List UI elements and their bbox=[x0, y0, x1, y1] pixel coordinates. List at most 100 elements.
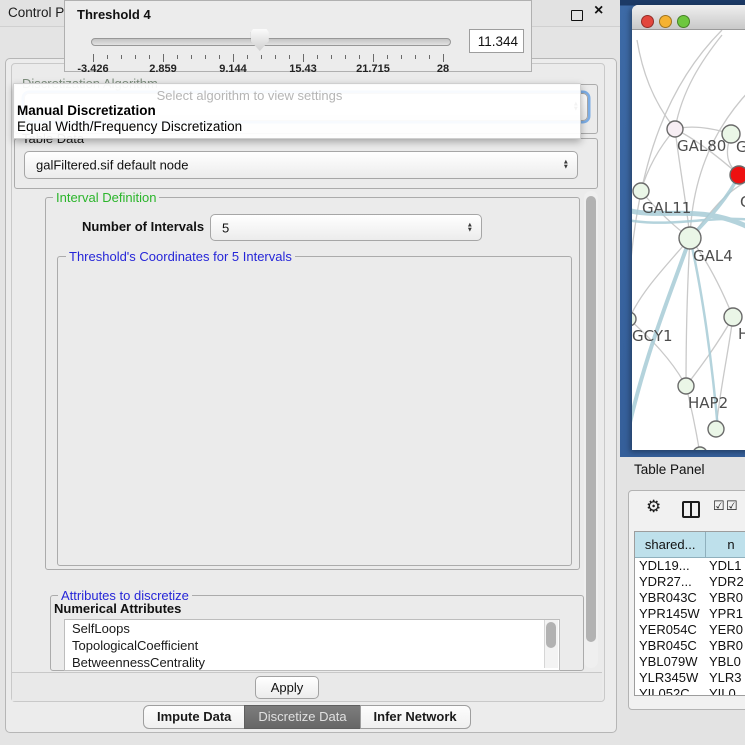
slider-track[interactable] bbox=[91, 38, 451, 46]
network-node-label: H bbox=[738, 325, 745, 343]
network-node-label: HAP2 bbox=[688, 394, 728, 412]
numerical-attributes-heading: Numerical Attributes bbox=[54, 601, 181, 616]
table-cell[interactable]: YDR27... bbox=[635, 574, 709, 590]
slider-thumb[interactable] bbox=[251, 29, 269, 51]
table-panel-title: Table Panel bbox=[634, 462, 705, 477]
gear-icon[interactable]: ⚙ bbox=[646, 497, 661, 517]
table-cell[interactable]: YBR045C bbox=[635, 638, 709, 654]
slider-tick bbox=[261, 55, 262, 59]
network-window[interactable]: GAL80GAL11GAL4GCY1HHAP2GC bbox=[632, 5, 745, 450]
algorithm-option-manual[interactable]: Manual Discretization bbox=[17, 103, 156, 118]
table-cell[interactable]: YBR043C bbox=[635, 590, 709, 606]
slider-tick bbox=[289, 55, 290, 59]
algorithm-option-equal-width[interactable]: Equal Width/Frequency Discretization bbox=[17, 119, 242, 134]
table-cell[interactable]: YDR2 bbox=[709, 574, 745, 590]
table-cell[interactable]: YDL19... bbox=[635, 558, 709, 574]
table-data-combo-value: galFiltered.sif default node bbox=[36, 158, 188, 173]
tab-discretize-data[interactable]: Discretize Data bbox=[244, 705, 360, 729]
network-node[interactable] bbox=[724, 308, 742, 326]
slider-tick-label: 9.144 bbox=[219, 63, 247, 75]
table-cell[interactable]: YIL0 bbox=[709, 686, 745, 695]
table-row[interactable]: YER054CYER0 bbox=[635, 622, 745, 638]
slider-ticks bbox=[93, 54, 443, 63]
table-row[interactable]: YBR043CYBR0 bbox=[635, 590, 745, 606]
list-item[interactable]: TopologicalCoefficient bbox=[65, 637, 559, 654]
number-of-intervals-combo[interactable]: 5 ▲▼ bbox=[210, 214, 482, 241]
table-cell[interactable]: YBR0 bbox=[709, 590, 745, 606]
bottom-tabbar: Impute Data Discretize Data Infer Networ… bbox=[143, 705, 471, 727]
slider-tick bbox=[359, 55, 360, 59]
mac-zoom-icon[interactable] bbox=[677, 15, 690, 28]
slider-tick bbox=[387, 55, 388, 59]
table-cell[interactable]: YER0 bbox=[709, 622, 745, 638]
network-window-titlebar[interactable] bbox=[632, 5, 745, 30]
table-panel-body: ⚙ ☑ ☑ shared... n YDL19...YDL1YDR27...YD… bbox=[628, 490, 745, 710]
slider-tick bbox=[177, 55, 178, 59]
table-cell[interactable]: YLR3 bbox=[709, 670, 745, 686]
network-canvas[interactable]: GAL80GAL11GAL4GCY1HHAP2GC bbox=[632, 30, 745, 450]
threshold-panel: Threshold 4 -3.4262.8599.14415.4321.7152… bbox=[64, 0, 532, 72]
list-item[interactable]: SelfLoops bbox=[65, 620, 559, 637]
checkbox-icon[interactable]: ☑ bbox=[726, 498, 738, 514]
slider-tick bbox=[443, 54, 444, 62]
table-row[interactable]: YPR145WYPR1 bbox=[635, 606, 745, 622]
table-cell[interactable]: YLR345W bbox=[635, 670, 709, 686]
network-node[interactable] bbox=[693, 447, 707, 450]
vertical-scrollbar-thumb[interactable] bbox=[586, 196, 596, 642]
attributes-list-scrollbar-thumb[interactable] bbox=[546, 622, 556, 648]
table-cell[interactable]: YER054C bbox=[635, 622, 709, 638]
list-item[interactable]: BetweennessCentrality bbox=[65, 654, 559, 671]
threshold-value-field[interactable] bbox=[469, 29, 524, 53]
slider-tick bbox=[401, 55, 402, 59]
close-icon[interactable]: × bbox=[594, 2, 603, 20]
tab-impute-data[interactable]: Impute Data bbox=[143, 705, 245, 729]
table-row[interactable]: YDR27...YDR2 bbox=[635, 574, 745, 590]
slider-tick bbox=[247, 55, 248, 59]
table-panel: Table Panel ⚙ ☑ ☑ shared... n YDL19...YD… bbox=[620, 457, 745, 745]
node-table: shared... n YDL19...YDL1YDR27...YDR2YBR0… bbox=[634, 531, 745, 696]
tab-label: Discretize Data bbox=[258, 709, 346, 724]
attributes-list[interactable]: SelfLoopsTopologicalCoefficientBetweenne… bbox=[64, 619, 560, 671]
table-header-cell-shared-name[interactable]: shared... bbox=[635, 532, 706, 557]
network-node[interactable] bbox=[730, 166, 745, 184]
table-cell[interactable]: YBL0 bbox=[709, 654, 745, 670]
table-row[interactable]: YBR045CYBR0 bbox=[635, 638, 745, 654]
slider-tick bbox=[205, 55, 206, 59]
table-row[interactable]: YBL079WYBL0 bbox=[635, 654, 745, 670]
checkbox-icon[interactable]: ☑ bbox=[713, 498, 725, 514]
table-cell[interactable]: YPR1 bbox=[709, 606, 745, 622]
slider-tick bbox=[163, 54, 164, 62]
table-cell[interactable]: YDL1 bbox=[709, 558, 745, 574]
slider-tick-label: -3.426 bbox=[77, 63, 108, 75]
tab-label: Impute Data bbox=[157, 709, 231, 724]
network-node[interactable] bbox=[667, 121, 683, 137]
network-node[interactable] bbox=[678, 378, 694, 394]
table-data-combo[interactable]: galFiltered.sif default node ▲▼ bbox=[24, 151, 578, 179]
combo-arrows-icon: ▲▼ bbox=[467, 222, 473, 233]
apply-button[interactable]: Apply bbox=[255, 676, 319, 699]
network-node[interactable] bbox=[633, 183, 649, 199]
table-cell[interactable]: YIL052C bbox=[635, 686, 709, 695]
network-node[interactable] bbox=[632, 312, 636, 326]
network-node[interactable] bbox=[708, 421, 724, 437]
table-cell[interactable]: YPR145W bbox=[635, 606, 709, 622]
split-columns-icon[interactable] bbox=[682, 501, 700, 518]
table-cell[interactable]: YBL079W bbox=[635, 654, 709, 670]
table-row[interactable]: YLR345WYLR3 bbox=[635, 670, 745, 686]
network-node[interactable] bbox=[679, 227, 701, 249]
threshold-slider[interactable]: -3.4262.8599.14415.4321.71528 bbox=[91, 29, 449, 71]
table-cell[interactable]: YBR0 bbox=[709, 638, 745, 654]
tab-infer-network[interactable]: Infer Network bbox=[360, 705, 471, 729]
float-window-icon[interactable] bbox=[571, 10, 583, 21]
network-node-label: C bbox=[740, 193, 745, 211]
table-row[interactable]: YIL052CYIL0 bbox=[635, 686, 745, 695]
mac-minimize-icon[interactable] bbox=[659, 15, 672, 28]
network-node-label: GAL11 bbox=[642, 199, 691, 217]
slider-tick bbox=[191, 55, 192, 59]
slider-tick bbox=[93, 54, 94, 62]
number-of-intervals-value: 5 bbox=[222, 220, 229, 235]
table-row[interactable]: YDL19...YDL1 bbox=[635, 558, 745, 574]
number-of-intervals-label: Number of Intervals bbox=[82, 219, 204, 234]
table-header-cell-name[interactable]: n bbox=[706, 532, 745, 557]
mac-close-icon[interactable] bbox=[641, 15, 654, 28]
